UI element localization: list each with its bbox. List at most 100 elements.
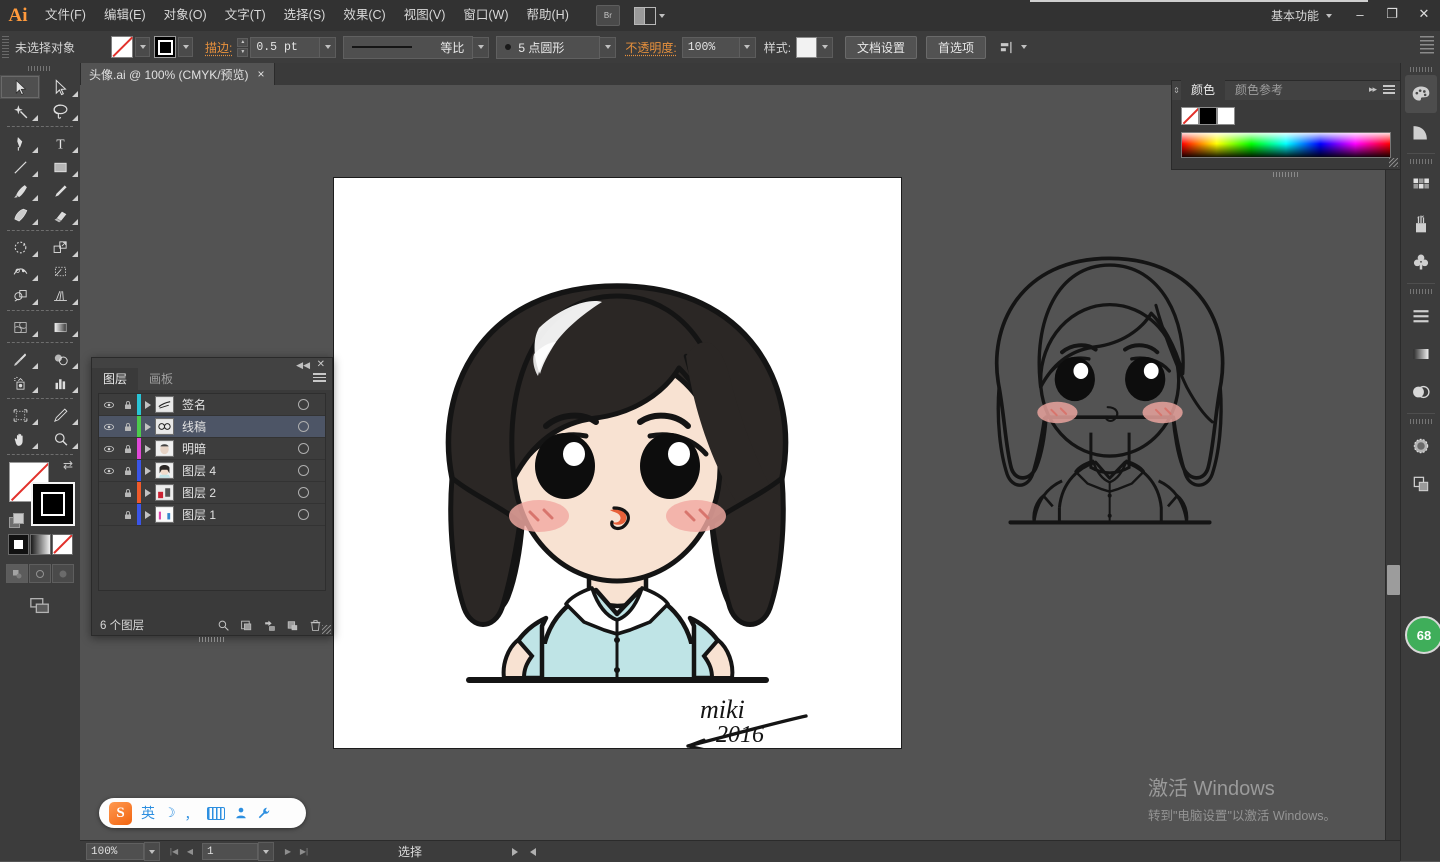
status-scroll-left-icon[interactable]	[530, 848, 536, 856]
graphic-style-swatch[interactable]	[796, 37, 817, 58]
last-artboard-button[interactable]: ▶|	[296, 843, 312, 860]
panel-resize-handle[interactable]	[322, 625, 331, 634]
gradient-tool[interactable]	[40, 315, 80, 339]
menu-view[interactable]: 视图(V)	[395, 0, 455, 31]
table-row[interactable]: 图层 4	[99, 460, 325, 482]
swap-fill-stroke-icon[interactable]: ⇄	[63, 458, 73, 472]
lock-toggle[interactable]	[118, 394, 137, 415]
status-tool-label[interactable]: 选择	[398, 843, 422, 860]
table-row[interactable]: 图层 2	[99, 482, 325, 504]
visibility-toggle[interactable]	[99, 482, 118, 503]
keyboard-icon[interactable]	[207, 807, 225, 820]
stroke-weight-dropdown[interactable]	[320, 37, 336, 58]
default-fill-stroke-icon[interactable]	[9, 513, 22, 526]
artboard-dropdown[interactable]	[258, 842, 274, 861]
preferences-button[interactable]: 首选项	[926, 36, 986, 59]
perspective-grid-tool[interactable]	[40, 283, 80, 307]
swatch-none[interactable]	[1181, 107, 1199, 125]
tab-color-guide[interactable]: 颜色参考	[1225, 79, 1293, 100]
expand-triangle-icon[interactable]	[145, 489, 151, 497]
user-icon[interactable]	[234, 806, 248, 820]
control-bar-grip[interactable]	[2, 36, 9, 58]
make-clipping-mask-icon[interactable]	[240, 619, 253, 632]
sogou-logo-icon[interactable]: S	[109, 802, 132, 825]
moon-icon[interactable]: ☽	[164, 805, 176, 821]
graphic-style-dropdown[interactable]	[817, 37, 833, 58]
mesh-tool[interactable]	[0, 315, 40, 339]
draw-normal-button[interactable]	[6, 564, 28, 583]
stroke-profile-select[interactable]: 等比	[343, 36, 473, 59]
symbol-sprayer-tool[interactable]	[0, 371, 40, 395]
shape-builder-tool[interactable]	[0, 283, 40, 307]
stroke-weight-input[interactable]: 0.5 pt	[250, 37, 320, 58]
stroke-panel-icon[interactable]	[1401, 297, 1440, 335]
rail-grip[interactable]	[1410, 289, 1432, 294]
stroke-weight-label[interactable]: 描边:	[205, 39, 232, 56]
layer-name[interactable]: 图层 1	[182, 506, 298, 523]
menu-effect[interactable]: 效果(C)	[334, 0, 394, 31]
visibility-toggle[interactable]	[99, 504, 118, 525]
stroke-swatch[interactable]	[154, 36, 176, 58]
expand-triangle-icon[interactable]	[145, 445, 151, 453]
scale-tool[interactable]	[40, 235, 80, 259]
layer-name[interactable]: 图层 2	[182, 484, 298, 501]
panel-bottom-grip[interactable]	[1273, 172, 1299, 177]
change-screen-mode-button[interactable]	[0, 595, 80, 617]
lasso-tool[interactable]	[40, 99, 80, 123]
lock-toggle[interactable]	[118, 482, 137, 503]
stepper-up-icon[interactable]: ▲	[237, 38, 248, 47]
selection-tool[interactable]	[0, 75, 40, 99]
menu-object[interactable]: 对象(O)	[155, 0, 216, 31]
status-badge[interactable]: 68	[1405, 616, 1440, 654]
expand-triangle-icon[interactable]	[145, 401, 151, 409]
artboard[interactable]: miki 2016	[333, 177, 902, 749]
stroke-weight-stepper[interactable]: ▲ ▼	[237, 38, 248, 57]
restore-button[interactable]: ❐	[1376, 0, 1408, 28]
go-to-bridge-button[interactable]: Br	[596, 5, 620, 26]
target-indicator[interactable]	[298, 487, 309, 498]
close-icon[interactable]: ✕	[317, 359, 325, 370]
minimize-button[interactable]: –	[1344, 0, 1376, 28]
table-row[interactable]: 线稿	[99, 416, 325, 438]
draw-behind-button[interactable]	[29, 564, 51, 583]
panel-menu-icon[interactable]	[1383, 85, 1395, 94]
zoom-level-input[interactable]: 100%	[86, 843, 144, 860]
eyedropper-tool[interactable]	[0, 347, 40, 371]
workspace-switcher[interactable]: 基本功能	[1271, 0, 1332, 31]
direct-selection-tool[interactable]	[40, 75, 80, 99]
tab-artboards[interactable]: 画板	[138, 368, 184, 390]
first-artboard-button[interactable]: |◀	[166, 843, 182, 860]
table-row[interactable]: 签名	[99, 394, 325, 416]
align-options-control[interactable]	[998, 40, 1027, 55]
menu-window[interactable]: 窗口(W)	[454, 0, 517, 31]
panel-resize-handle[interactable]	[1389, 158, 1398, 167]
magic-wand-tool[interactable]	[0, 99, 40, 123]
create-sublayer-icon[interactable]	[263, 619, 276, 632]
ime-mode-label[interactable]: 英	[141, 803, 155, 823]
slice-tool[interactable]	[40, 403, 80, 427]
vertical-scrollbar[interactable]	[1385, 85, 1401, 840]
rail-grip[interactable]	[1410, 159, 1432, 164]
tab-color[interactable]: 颜色	[1181, 79, 1225, 100]
create-new-layer-icon[interactable]	[286, 619, 299, 632]
pen-tool[interactable]	[0, 131, 40, 155]
target-indicator[interactable]	[298, 465, 309, 476]
status-menu-icon[interactable]	[512, 848, 518, 856]
opacity-label[interactable]: 不透明度:	[625, 39, 676, 56]
gradient-button[interactable]	[30, 534, 51, 555]
target-indicator[interactable]	[298, 399, 309, 410]
swatch-black[interactable]	[1199, 107, 1217, 125]
control-bar-overflow-grip[interactable]	[1420, 36, 1434, 56]
previous-artboard-button[interactable]: ◀	[182, 843, 198, 860]
free-transform-tool[interactable]	[40, 259, 80, 283]
tab-layers[interactable]: 图层	[92, 368, 138, 390]
blend-tool[interactable]	[40, 347, 80, 371]
visibility-toggle[interactable]	[99, 438, 118, 459]
rectangle-tool[interactable]	[40, 155, 80, 179]
column-graph-tool[interactable]	[40, 371, 80, 395]
rail-grip[interactable]	[1410, 67, 1432, 72]
layer-name[interactable]: 图层 4	[182, 462, 298, 479]
close-button[interactable]: ✕	[1408, 0, 1440, 28]
ime-toolbar[interactable]: S 英 ☽ ，	[99, 798, 306, 828]
transparency-panel-icon[interactable]	[1401, 373, 1440, 411]
